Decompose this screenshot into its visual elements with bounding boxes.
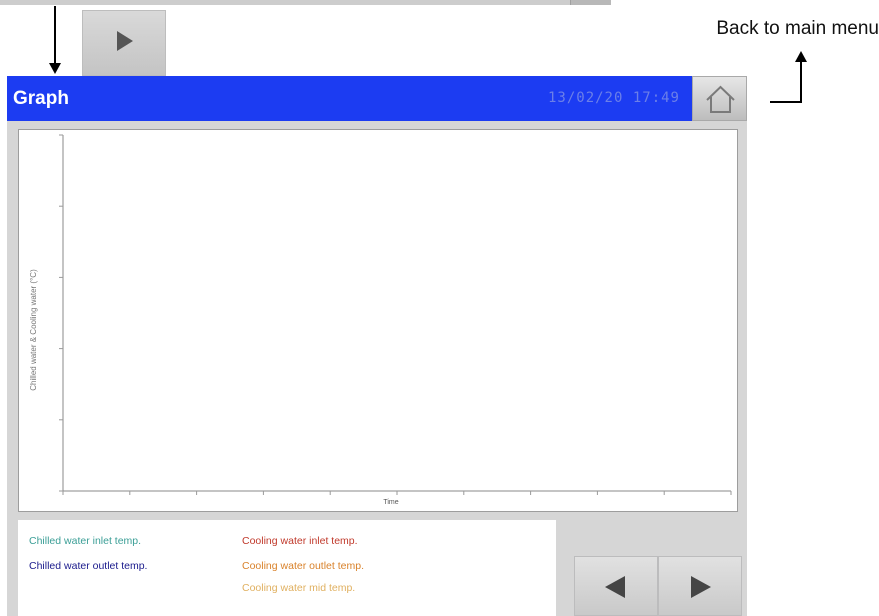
legend-chilled-water-outlet: Chilled water outlet temp. (29, 560, 148, 572)
legend-cooling-water-mid: Cooling water mid temp. (242, 582, 356, 594)
previous-screen-button-edge (570, 0, 611, 5)
chart-axes (59, 134, 732, 495)
right-arrow-icon (691, 576, 711, 598)
annotation-arrow-down (54, 6, 56, 66)
datetime-display: 13/02/20 17:49 (547, 90, 680, 106)
play-button[interactable] (82, 10, 166, 76)
chart-svg: Chilled water & Cooling water (°C) Time (29, 134, 732, 506)
hmi-panel: Graph 13/02/20 17:49 Chilled water & Coo… (7, 76, 747, 616)
play-icon (117, 31, 133, 51)
annotation-arrow-down-head (49, 63, 61, 74)
left-arrow-icon (605, 576, 625, 598)
page-title: Graph (13, 88, 69, 109)
annotation-arrow-up-stem (770, 101, 802, 103)
legend-chilled-water-inlet: Chilled water inlet temp. (29, 535, 142, 547)
previous-screen-strip (0, 0, 610, 5)
annotation-arrow-up (800, 61, 802, 103)
chart-area: Chilled water & Cooling water (°C) Time (18, 129, 738, 512)
x-axis-label: Time (383, 499, 398, 506)
next-page-button[interactable] (658, 556, 742, 616)
home-icon (706, 85, 735, 113)
legend: Chilled water inlet temp. Chilled water … (18, 520, 556, 616)
annotation-arrow-up-head (795, 51, 807, 62)
previous-page-button[interactable] (574, 556, 658, 616)
legend-cooling-water-inlet: Cooling water inlet temp. (242, 535, 358, 547)
y-axis-label: Chilled water & Cooling water (°C) (29, 269, 38, 391)
graph-screen-page: Back to main menu Graph 13/02/20 17:49 C… (0, 0, 879, 616)
back-to-main-menu-label: Back to main menu (716, 18, 879, 39)
legend-cooling-water-outlet: Cooling water outlet temp. (242, 560, 364, 572)
home-button[interactable] (692, 76, 747, 121)
title-bar: Graph 13/02/20 17:49 (7, 76, 692, 121)
